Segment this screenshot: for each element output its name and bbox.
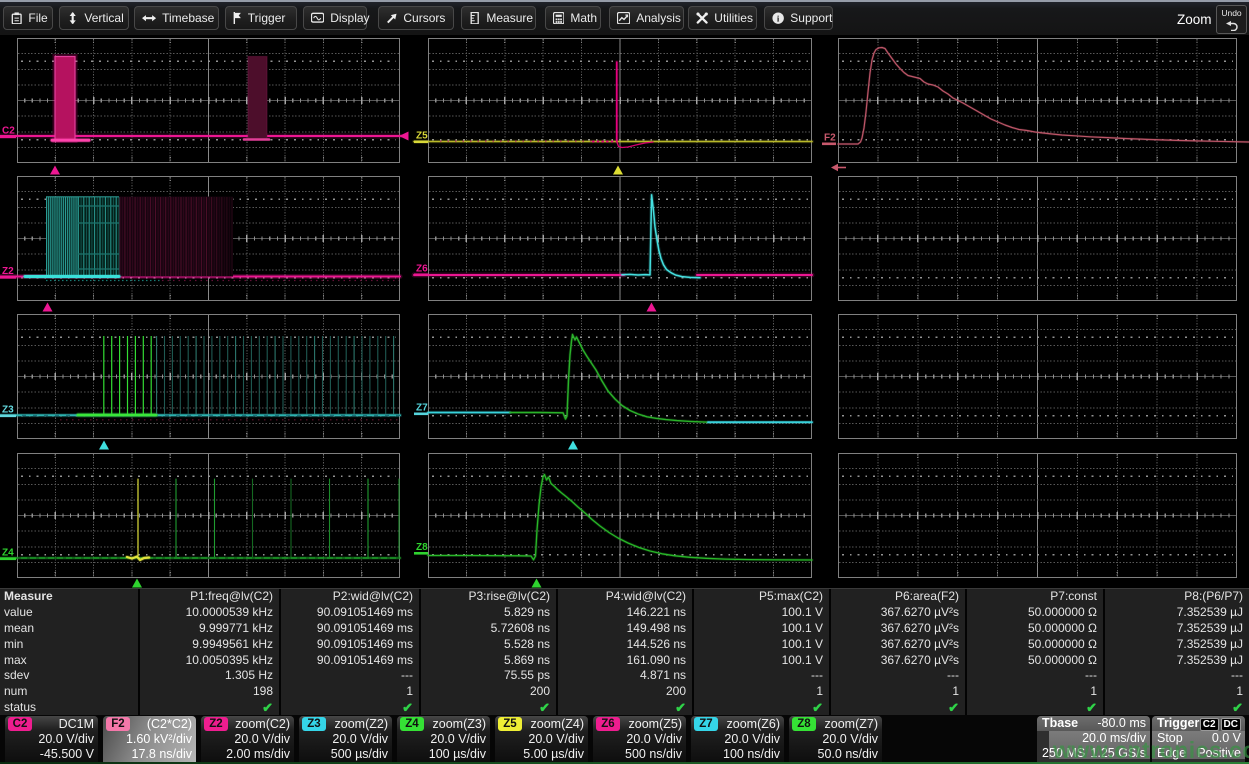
svg-text:Z5: Z5	[416, 131, 428, 142]
svg-text:C2: C2	[2, 126, 15, 137]
svg-text:Z7: Z7	[416, 403, 428, 414]
svg-text:Z8: Z8	[416, 542, 428, 553]
svg-text:F2: F2	[824, 133, 836, 144]
svg-text:Z2: Z2	[2, 266, 14, 277]
svg-text:Z3: Z3	[2, 405, 14, 416]
svg-text:Z4: Z4	[2, 548, 14, 559]
svg-text:Z6: Z6	[416, 264, 428, 275]
